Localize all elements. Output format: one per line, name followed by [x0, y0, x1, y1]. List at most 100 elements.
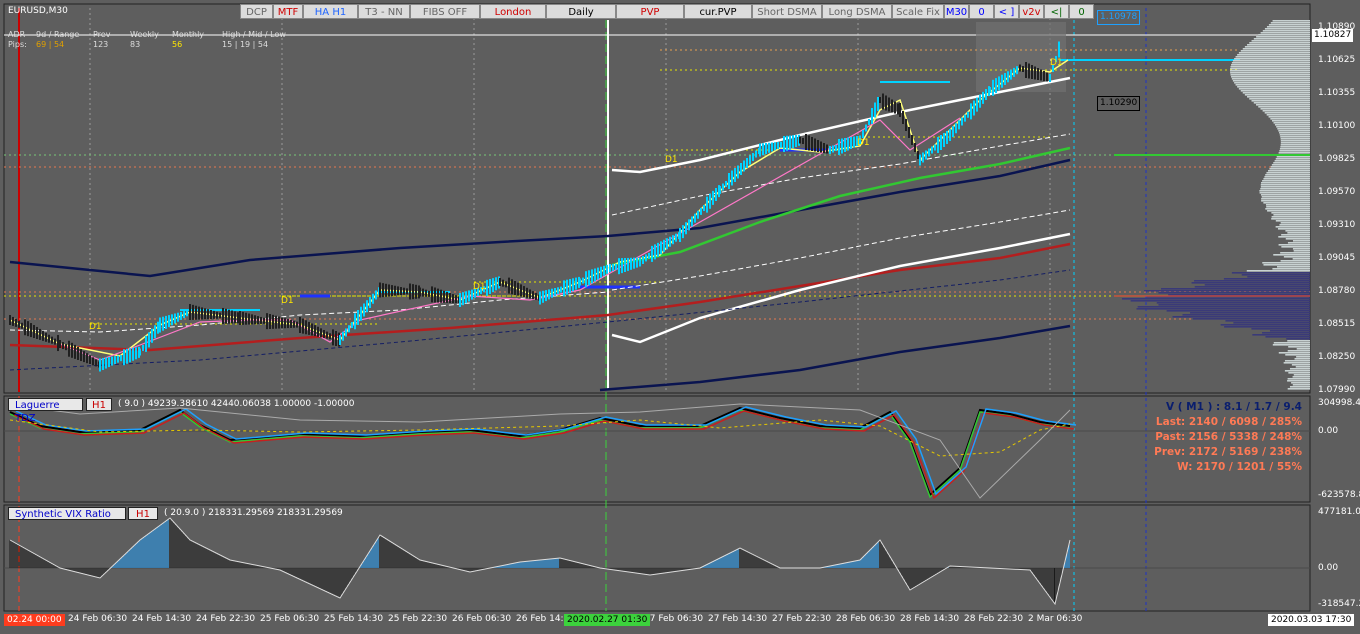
profile-bar	[1259, 190, 1310, 192]
profile-bar	[1161, 288, 1310, 290]
monthly-label: Monthly	[172, 30, 205, 39]
toolbar-button-0[interactable]: DCP	[240, 4, 273, 19]
toolbar-button-1[interactable]: MTF	[273, 4, 303, 19]
laguerre-name[interactable]: Laguerre TDZ	[8, 398, 83, 424]
toolbar-button-11[interactable]: Scale Fix	[892, 4, 944, 19]
profile-bar	[1280, 138, 1310, 140]
profile-bar	[1246, 270, 1310, 272]
profile-bar	[1232, 60, 1310, 62]
profile-bar	[1262, 110, 1310, 112]
profile-bar	[1262, 332, 1310, 334]
profile-bar	[1277, 128, 1310, 130]
profile-bar	[1280, 222, 1310, 224]
profile-bar	[1285, 238, 1310, 240]
toolbar-button-13[interactable]: 0	[969, 4, 994, 19]
toolbar-button-10[interactable]: Long DSMA	[822, 4, 892, 19]
profile-bar	[1266, 172, 1310, 174]
toolbar-button-5[interactable]: London	[480, 4, 546, 19]
profile-bar	[1281, 246, 1310, 248]
profile-bar	[1278, 152, 1310, 154]
profile-bar	[1230, 72, 1310, 74]
profile-bar	[1256, 36, 1310, 38]
profile-bar	[1166, 310, 1310, 312]
time-tick: 27 Feb 22:30	[772, 614, 832, 624]
vix-name[interactable]: Synthetic VIX Ratio	[8, 507, 126, 520]
profile-bar	[1266, 114, 1310, 116]
profile-bar	[1269, 330, 1310, 332]
profile-bar	[1280, 252, 1310, 254]
toolbar-button-9[interactable]: Short DSMA	[752, 4, 822, 19]
profile-bar	[1240, 90, 1310, 92]
profile-bar	[1276, 156, 1310, 158]
toolbar-button-8[interactable]: cur.PVP	[684, 4, 752, 19]
profile-bar	[1234, 82, 1310, 84]
toolbar-button-12[interactable]: M30	[944, 4, 969, 19]
profile-bar	[1121, 298, 1310, 300]
profile-bar	[1279, 132, 1310, 134]
profile-bar	[1281, 234, 1310, 236]
hml-label: High / Mid / Low	[222, 30, 286, 39]
toolbar-button-15[interactable]: v2v	[1019, 4, 1044, 19]
profile-bar	[1287, 242, 1310, 244]
d1-label: D1	[857, 138, 870, 148]
price-tick: 1.10100	[1318, 121, 1356, 131]
time-tick: 25 Feb 22:30	[388, 614, 448, 624]
profile-bar	[1220, 324, 1310, 326]
profile-bar	[1225, 320, 1310, 322]
profile-bar	[1260, 188, 1310, 190]
price-tick: 1.08515	[1318, 319, 1356, 329]
toolbar-button-3[interactable]: T3 - NN	[358, 4, 410, 19]
profile-bar	[1136, 308, 1310, 310]
profile-bar	[1260, 108, 1310, 110]
profile-bar	[1251, 40, 1310, 42]
volume-stat-line: Past: 2156 / 5338 / 248%	[1155, 431, 1302, 443]
profile-bar	[1267, 170, 1310, 172]
profile-bar	[1283, 256, 1310, 258]
profile-bar	[1283, 362, 1310, 364]
laguerre-lines	[9, 403, 1077, 500]
profile-bar	[1280, 260, 1310, 262]
price-chart[interactable]	[0, 0, 1360, 634]
hml-value: 15 | 19 | 54	[222, 40, 269, 49]
band-lines	[9, 59, 1071, 392]
profile-bar	[1252, 334, 1310, 336]
profile-bar	[1231, 272, 1310, 274]
time-tick: 28 Feb 14:30	[900, 614, 960, 624]
toolbar-button-4[interactable]: FIBS OFF	[410, 4, 480, 19]
profile-bar	[1238, 52, 1310, 54]
toolbar-button-17[interactable]: 0	[1069, 4, 1094, 19]
profile-bar	[1272, 20, 1310, 22]
profile-bar	[1249, 98, 1310, 100]
profile-bar	[1280, 140, 1310, 142]
hull-line	[9, 59, 1069, 357]
profile-bar	[1287, 378, 1310, 380]
profile-bar	[1280, 142, 1310, 144]
price-tick: 1.09045	[1318, 253, 1356, 263]
profile-bar	[1280, 146, 1310, 148]
time-tick: 24 Feb 22:30	[196, 614, 256, 624]
profile-bar	[1285, 230, 1310, 232]
toolbar-button-14[interactable]: < ]	[994, 4, 1019, 19]
time-tick: 28 Feb 22:30	[964, 614, 1024, 624]
profile-bar	[1260, 186, 1310, 188]
toolbar-button-2[interactable]: HA H1	[303, 4, 358, 19]
vix-axis-top: 477181.01	[1318, 507, 1360, 517]
profile-bar	[1137, 306, 1310, 308]
profile-bar	[1289, 368, 1310, 370]
profile-bar	[1249, 42, 1310, 44]
profile-bar	[1272, 268, 1310, 270]
profile-bar	[1264, 28, 1310, 30]
toolbar-button-7[interactable]: PVP	[616, 4, 684, 19]
volume-stat-line: Prev: 2172 / 5169 / 238%	[1154, 446, 1302, 458]
weekly-value: 83	[130, 40, 141, 49]
prev-value: 123	[93, 40, 109, 49]
toolbar-button-16[interactable]: <|	[1044, 4, 1069, 19]
vix-tf[interactable]: H1	[128, 507, 158, 520]
profile-bar	[1158, 292, 1310, 294]
profile-bar	[1247, 44, 1310, 46]
toolbar-button-6[interactable]: Daily	[546, 4, 616, 19]
profile-bar	[1279, 150, 1310, 152]
profile-bar	[1271, 218, 1310, 220]
price-tick: 1.09825	[1318, 154, 1356, 164]
laguerre-tf[interactable]: H1	[86, 398, 112, 411]
